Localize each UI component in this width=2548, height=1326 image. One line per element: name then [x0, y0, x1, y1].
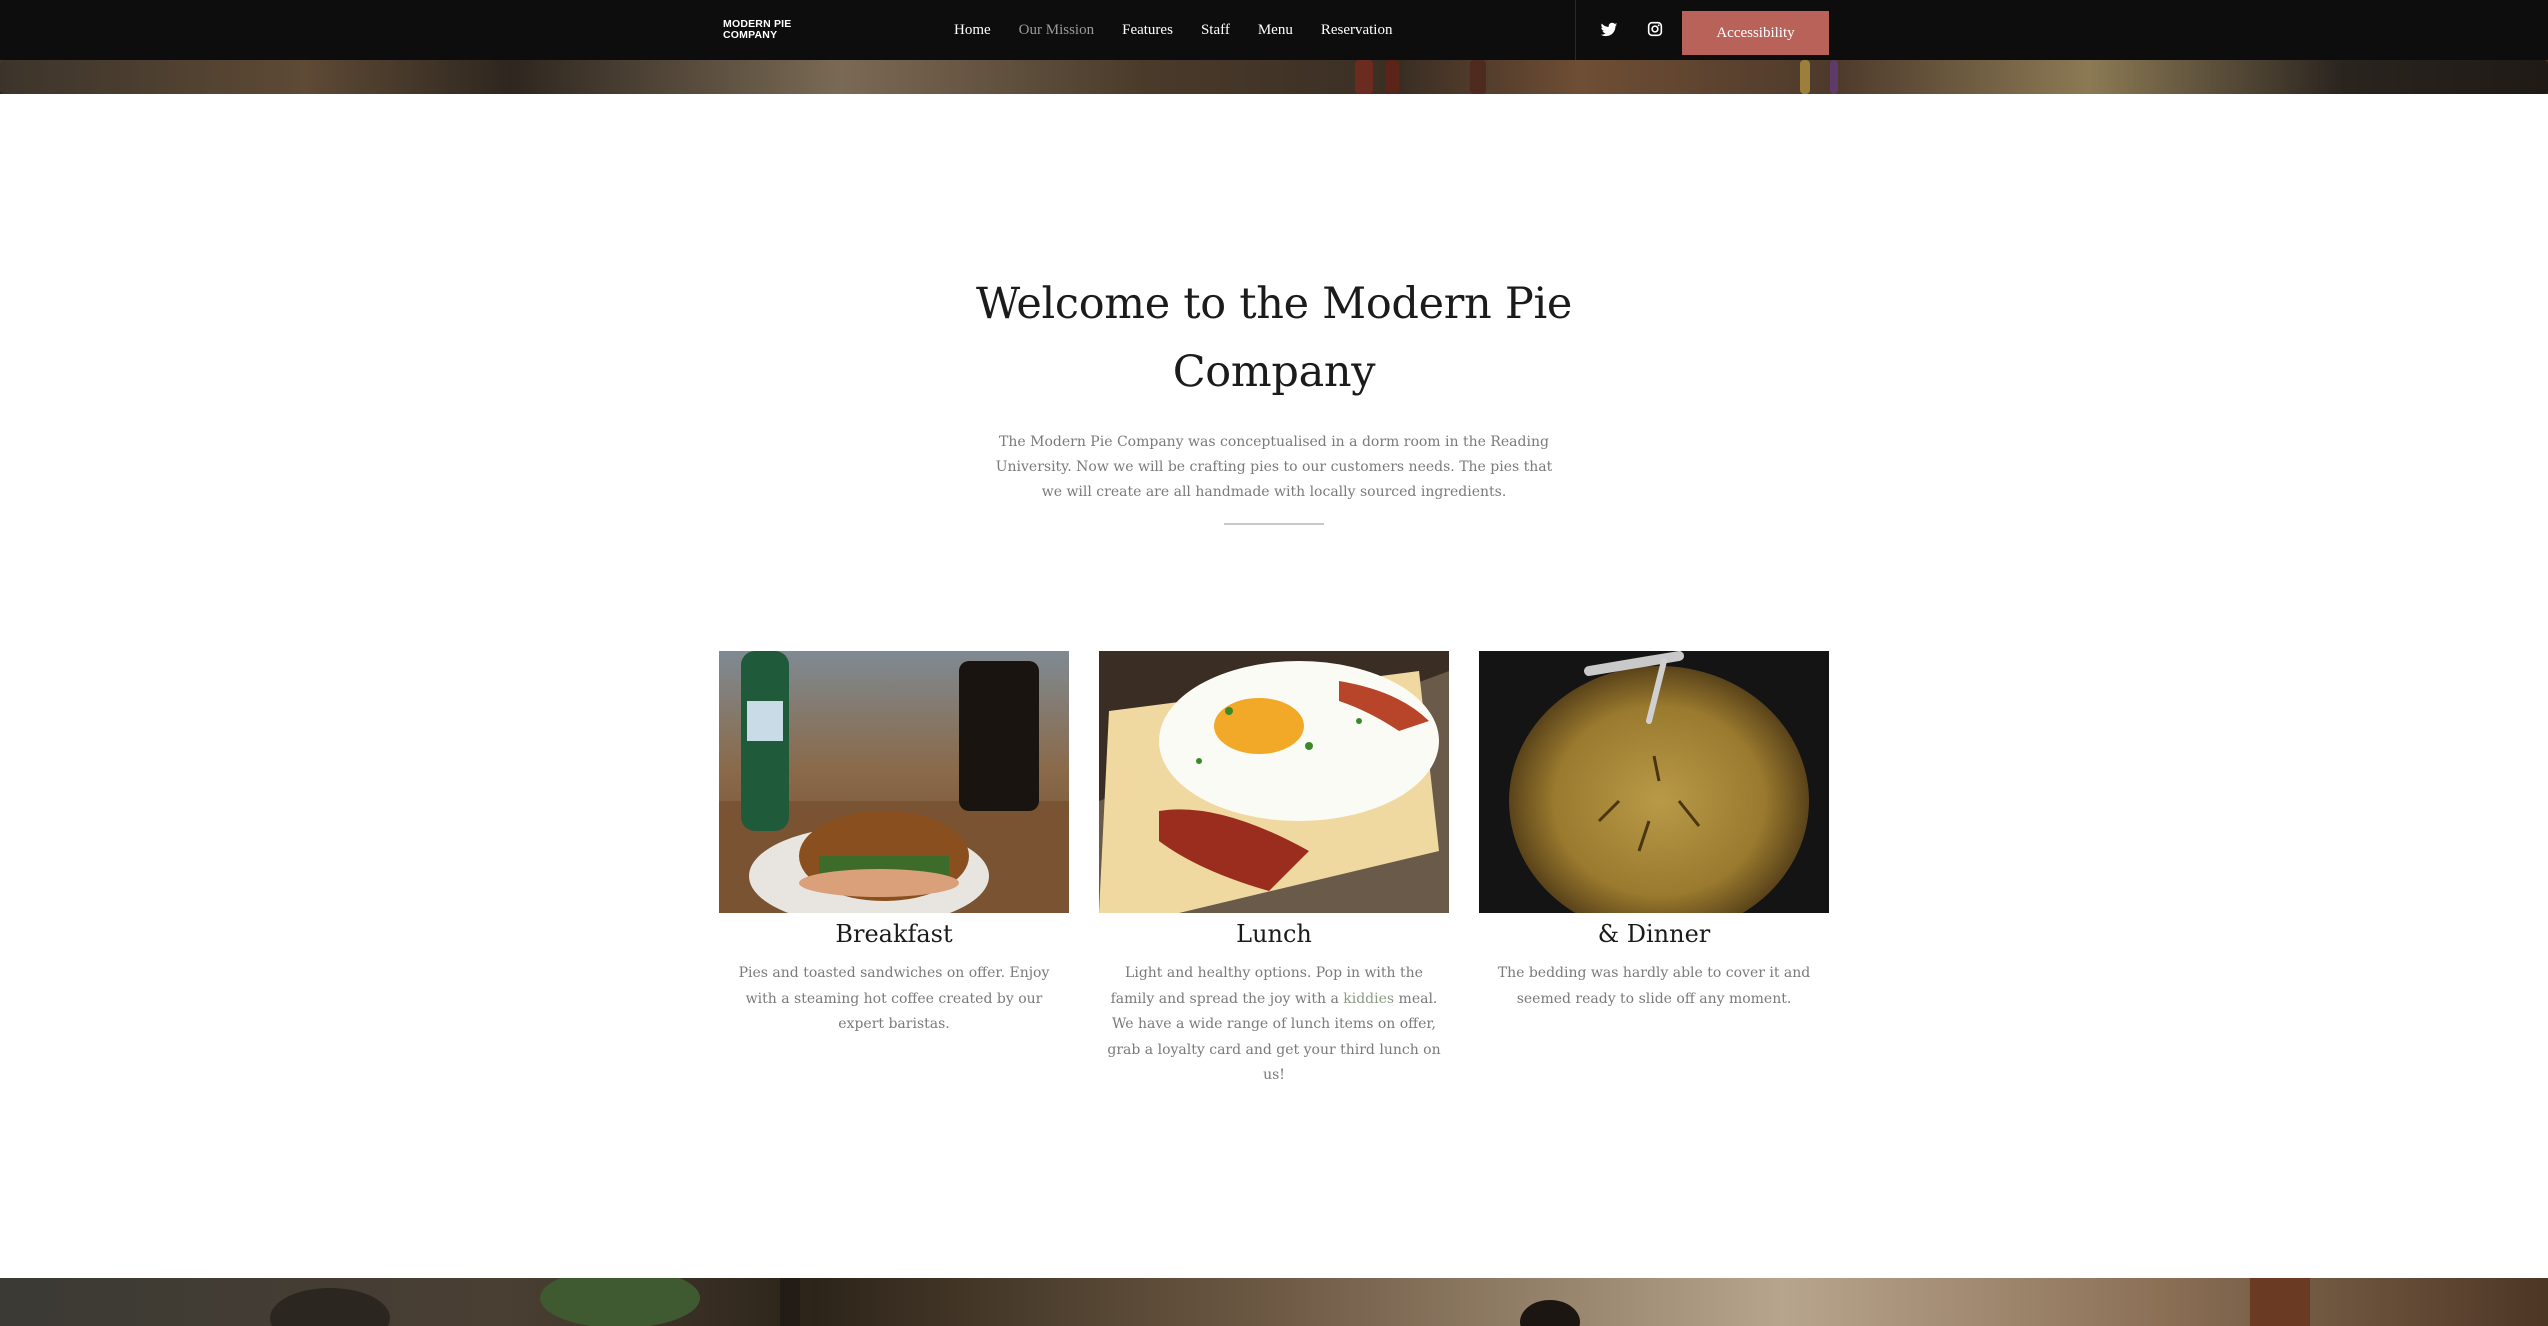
brand-logo[interactable]: MODERN PIE COMPANY	[723, 19, 803, 41]
card-lunch: Lunch Light and healthy options. Pop in …	[1099, 651, 1449, 1089]
nav-home[interactable]: Home	[954, 22, 991, 39]
lunch-image	[1099, 651, 1449, 913]
hero-image-bottom	[0, 1278, 2548, 1326]
card-title-breakfast: Breakfast	[835, 920, 953, 948]
kiddies-link[interactable]: kiddies	[1343, 991, 1394, 1007]
card-text-breakfast: Pies and toasted sandwiches on offer. En…	[738, 965, 1050, 1032]
card-text-lunch: Light and healthy options. Pop in with t…	[1104, 961, 1444, 1089]
dinner-image	[1479, 651, 1829, 913]
nav-divider	[1575, 0, 1576, 60]
top-navbar: MODERN PIE COMPANY Home Our Mission Feat…	[0, 0, 2548, 60]
nav-staff[interactable]: Staff	[1201, 22, 1230, 39]
nav-features[interactable]: Features	[1122, 22, 1173, 39]
nav-menu: Home Our Mission Features Staff Menu Res…	[940, 0, 1406, 60]
nav-our-mission[interactable]: Our Mission	[1019, 22, 1094, 39]
breakfast-image	[719, 651, 1069, 913]
section-divider	[1224, 523, 1324, 525]
card-text-dinner: The bedding was hardly able to cover it …	[1497, 965, 1811, 1007]
instagram-icon[interactable]	[1647, 21, 1665, 39]
brand-line-2: COMPANY	[723, 29, 778, 41]
card-title-lunch: Lunch	[1236, 920, 1312, 948]
nav-reservation[interactable]: Reservation	[1321, 22, 1393, 39]
card-dinner: & Dinner The bedding was hardly able to …	[1479, 651, 1829, 1012]
accessibility-button[interactable]: Accessibility	[1682, 11, 1829, 55]
welcome-title: Welcome to the Modern Pie Company	[975, 279, 1573, 397]
welcome-description: The Modern Pie Company was conceptualise…	[995, 434, 1553, 500]
card-title-dinner: & Dinner	[1597, 920, 1711, 948]
card-breakfast: Breakfast Pies and toasted sandwiches on…	[719, 651, 1069, 1038]
nav-menu-link[interactable]: Menu	[1258, 22, 1293, 39]
twitter-icon[interactable]	[1600, 21, 1618, 39]
